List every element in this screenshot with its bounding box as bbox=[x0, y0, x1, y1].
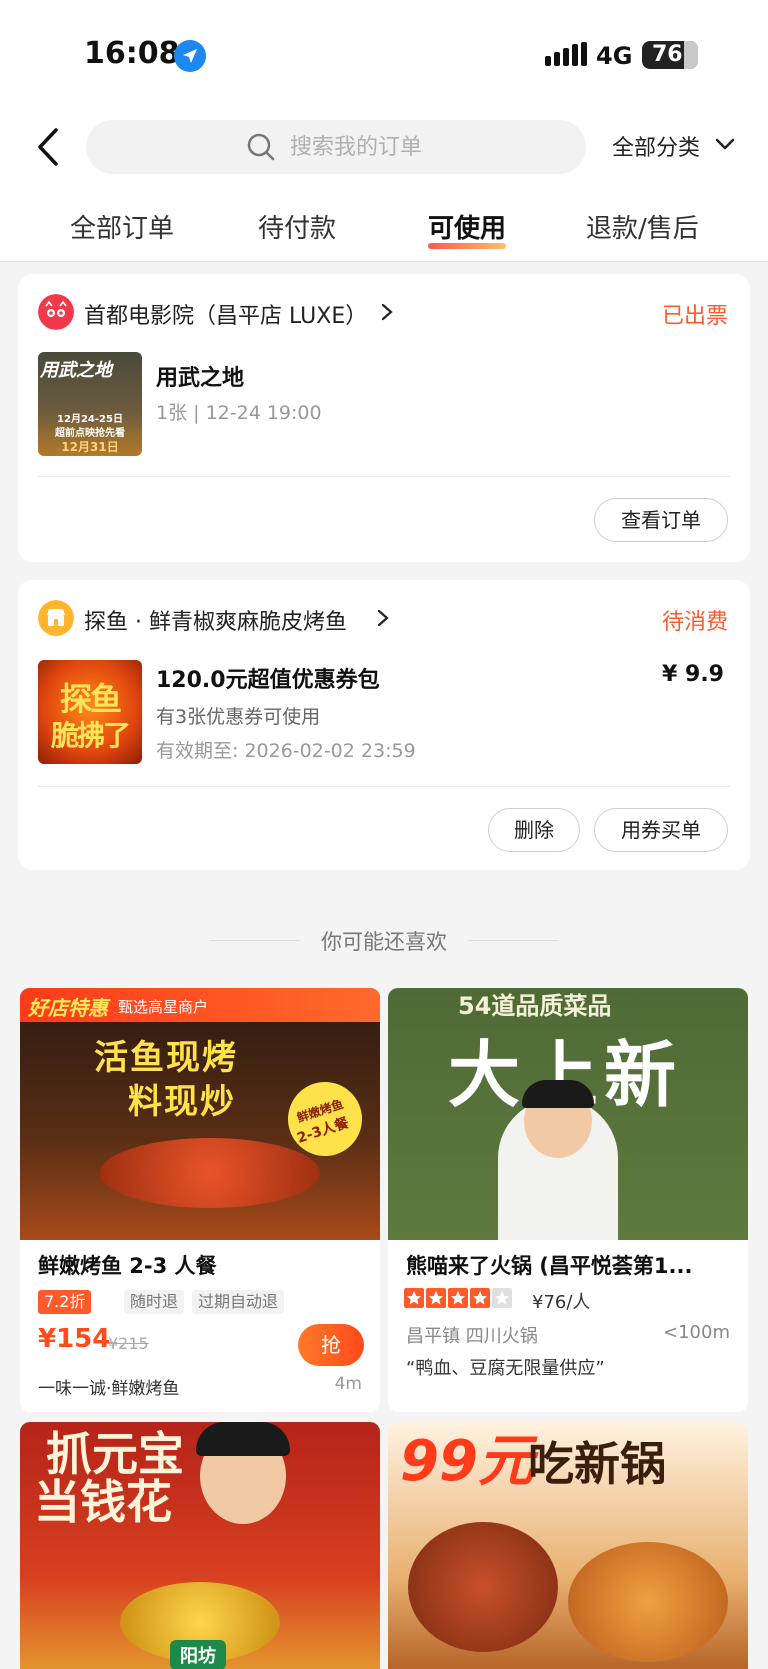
battery-icon: 76 bbox=[642, 41, 698, 69]
recommend-card[interactable]: 54道品质菜品 大上新 熊喵来了火锅 (昌平悦荟第1... ¥76/人 昌平镇 … bbox=[388, 988, 748, 1412]
cat-eye-logo-icon bbox=[38, 294, 74, 330]
auto-refund-tag: 过期自动退 bbox=[192, 1290, 285, 1314]
battery-level: 76 bbox=[652, 42, 683, 67]
back-arrow-icon[interactable] bbox=[30, 122, 70, 172]
category-dropdown[interactable]: 全部分类 bbox=[612, 130, 735, 162]
recommend-heading: 你可能还喜欢 bbox=[0, 920, 768, 960]
review-quote: “鸭血、豆腐无限量供应” bbox=[406, 1358, 605, 1379]
category-label: 全部分类 bbox=[612, 136, 701, 161]
chevron-right-icon bbox=[377, 609, 389, 627]
deal-price: ¥154 bbox=[38, 1324, 111, 1354]
tab-refund-aftersales[interactable]: 退款/售后 bbox=[586, 208, 699, 245]
movie-poster[interactable]: 用武之地 12月24-25日 超前点映抢先看 12月31日 bbox=[38, 352, 142, 456]
chevron-down-icon bbox=[715, 138, 735, 150]
rating-stars bbox=[404, 1288, 512, 1308]
search-bar[interactable] bbox=[86, 120, 586, 174]
cellular-signal-icon bbox=[545, 42, 587, 66]
nav-bar: 全部分类 bbox=[0, 110, 768, 190]
grab-button[interactable]: 抢 bbox=[298, 1324, 364, 1366]
chevron-right-icon bbox=[381, 303, 393, 321]
coupon-image[interactable]: 探鱼 脆拂了 bbox=[38, 660, 142, 764]
recommend-card[interactable]: 抓元宝 当钱花 阳坊 bbox=[20, 1422, 380, 1669]
delete-button[interactable]: 删除 bbox=[488, 808, 580, 852]
area-cuisine: 昌平镇 四川火锅 bbox=[406, 1326, 538, 1347]
status-badge: 待消费 bbox=[661, 610, 728, 635]
item-price: ¥ 9.9 bbox=[662, 662, 724, 687]
promo-badge: 好店特惠 bbox=[28, 996, 108, 1020]
expiry-date: 有效期至: 2026-02-02 23:59 bbox=[156, 740, 416, 762]
divider bbox=[38, 476, 730, 477]
distance: <100m bbox=[663, 1322, 730, 1343]
recommend-card[interactable]: 好店特惠 甄选高星商户 活鱼现烤 料现炒 鲜嫩烤鱼 2-3人餐 鲜嫩烤鱼 2-3… bbox=[20, 988, 380, 1412]
view-order-button[interactable]: 查看订单 bbox=[594, 498, 728, 542]
shop-name: 一味一诚·鲜嫩烤鱼 bbox=[38, 1379, 180, 1399]
item-title: 120.0元超值优惠券包 bbox=[156, 668, 380, 693]
search-input[interactable] bbox=[290, 120, 570, 174]
shop-name: 首都电影院（昌平店 LUXE） bbox=[84, 304, 368, 329]
tab-usable[interactable]: 可使用 bbox=[428, 208, 507, 249]
network-type: 4G bbox=[596, 42, 633, 70]
store-icon bbox=[38, 600, 74, 636]
deal-title: 鲜嫩烤鱼 2-3 人餐 bbox=[38, 1254, 217, 1278]
deal-image: 好店特惠 甄选高星商户 活鱼现烤 料现炒 鲜嫩烤鱼 2-3人餐 bbox=[20, 988, 380, 1240]
order-card[interactable]: 探鱼 · 鲜青椒爽麻脆皮烤鱼 待消费 探鱼 脆拂了 120.0元超值优惠券包 ¥… bbox=[18, 580, 750, 870]
recommend-card[interactable]: 99元 吃新锅 bbox=[388, 1422, 748, 1669]
restaurant-image: 54道品质菜品 大上新 bbox=[388, 988, 748, 1240]
restaurant-name: 熊喵来了火锅 (昌平悦荟第1... bbox=[406, 1254, 693, 1278]
average-price: ¥76/人 bbox=[532, 1292, 591, 1313]
order-tabs: 全部订单 待付款 可使用 退款/售后 bbox=[0, 190, 768, 262]
use-coupon-button[interactable]: 用券买单 bbox=[594, 808, 728, 852]
refund-tag: 随时退 bbox=[124, 1290, 185, 1314]
tab-pending-payment[interactable]: 待付款 bbox=[258, 208, 336, 245]
search-icon bbox=[247, 133, 275, 161]
status-bar: 16:08 4G 76 bbox=[0, 0, 768, 110]
coupon-count: 有3张优惠券可使用 bbox=[156, 706, 321, 728]
ticket-info: 1张 | 12-24 19:00 bbox=[156, 402, 322, 424]
order-card[interactable]: 首都电影院（昌平店 LUXE） 已出票 用武之地 12月24-25日 超前点映抢… bbox=[18, 274, 750, 562]
distance: 4m bbox=[334, 1374, 362, 1394]
tab-all-orders[interactable]: 全部订单 bbox=[70, 208, 174, 245]
status-badge: 已出票 bbox=[661, 304, 728, 329]
status-time: 16:08 bbox=[84, 36, 180, 71]
original-price: ¥215 bbox=[108, 1334, 149, 1353]
discount-tag: 7.2折 bbox=[38, 1290, 92, 1314]
shop-name: 探鱼 · 鲜青椒爽麻脆皮烤鱼 bbox=[84, 610, 347, 635]
divider bbox=[38, 786, 730, 787]
location-arrow-icon bbox=[174, 40, 206, 72]
item-title: 用武之地 bbox=[156, 366, 245, 391]
